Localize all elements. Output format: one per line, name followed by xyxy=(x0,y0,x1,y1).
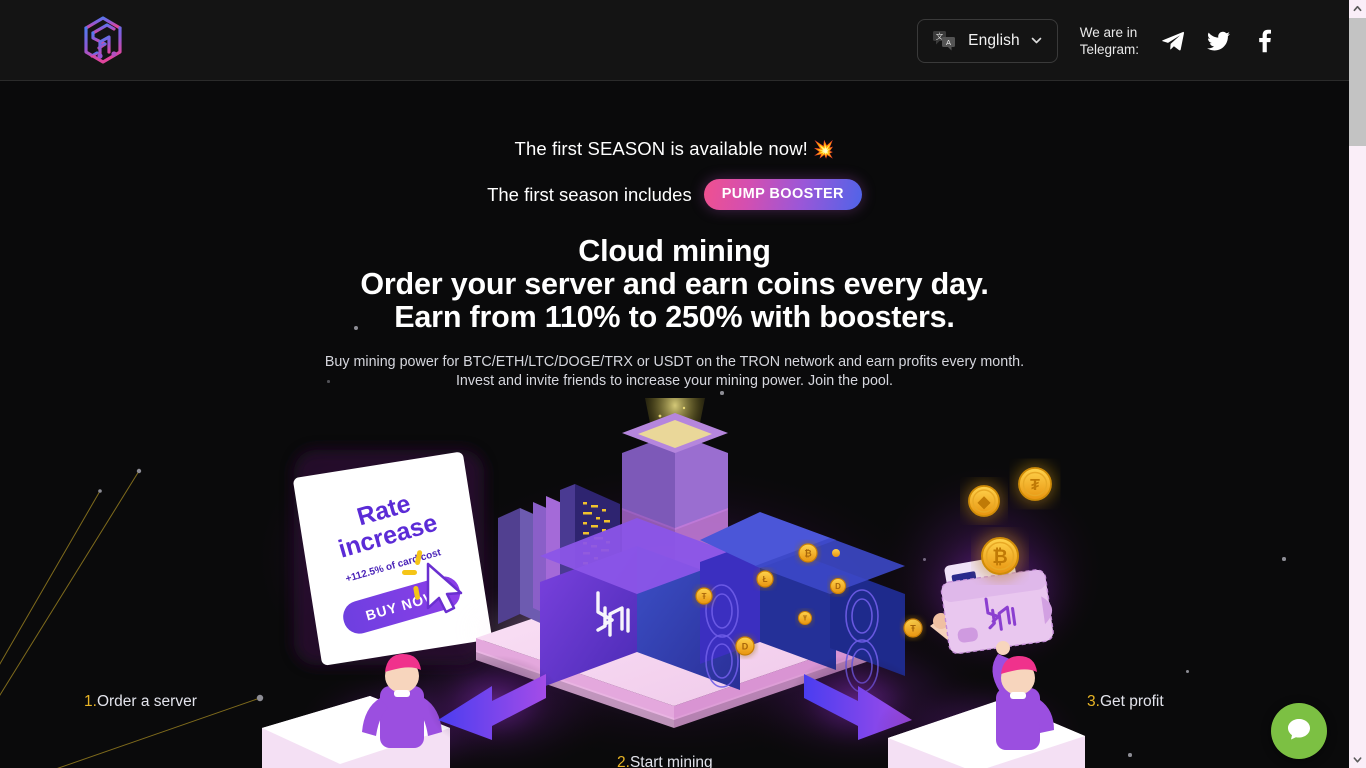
season-includes-text: The first season includes xyxy=(487,183,692,205)
step-number: 1. xyxy=(84,693,97,710)
decorative-dot xyxy=(720,391,724,395)
explosion-icon: 💥 xyxy=(813,140,835,159)
step-label-2: 2.Start mining xyxy=(617,754,713,768)
headline-line-3: Earn from 110% to 250% with boosters. xyxy=(394,300,955,334)
headline-line-2: Order your server and earn coins every d… xyxy=(360,267,989,301)
svg-text:₿: ₿ xyxy=(992,547,1007,568)
svg-text:D: D xyxy=(835,582,841,591)
social-links xyxy=(1161,29,1277,53)
telegram-icon[interactable] xyxy=(1161,29,1185,53)
svg-text:₮: ₮ xyxy=(1030,477,1040,494)
scrollbar-down-arrow[interactable] xyxy=(1349,751,1366,768)
facebook-icon[interactable] xyxy=(1253,29,1277,53)
chat-widget-button[interactable] xyxy=(1271,703,1327,759)
arrow-left-to-center xyxy=(427,655,563,751)
step-number: 3. xyxy=(1087,693,1100,710)
header-actions: 文 A English We are in Telegram: xyxy=(917,0,1277,81)
hero-illustration: Rate increase +112.5% of card cost BUY N… xyxy=(255,398,1105,768)
scrollbar-up-arrow[interactable] xyxy=(1349,0,1366,17)
chat-bubble-icon xyxy=(1285,715,1313,748)
telegram-note: We are in Telegram: xyxy=(1079,24,1139,57)
translate-icon: 文 A xyxy=(932,30,958,52)
step-text: Start mining xyxy=(629,754,713,768)
step-label-1: 1.Order a server xyxy=(84,693,197,711)
subtitle-line-2: Invest and invite friends to increase yo… xyxy=(455,372,894,389)
svg-text:Ŧ: Ŧ xyxy=(803,616,808,623)
svg-text:D: D xyxy=(742,642,749,652)
chevron-down-icon xyxy=(1030,34,1043,47)
step-label-3: 3.Get profit xyxy=(1087,693,1164,711)
language-selector[interactable]: 文 A English xyxy=(917,18,1058,63)
step-text: Order a server xyxy=(96,693,197,710)
site-header: 文 A English We are in Telegram: xyxy=(0,0,1349,81)
scrollbar-thumb[interactable] xyxy=(1349,18,1366,146)
svg-text:◆: ◆ xyxy=(977,494,991,511)
step-text: Get profit xyxy=(1099,693,1164,710)
step-number: 2. xyxy=(617,754,630,768)
svg-text:A: A xyxy=(946,38,951,47)
headline-line-1: Cloud mining xyxy=(578,234,771,268)
twitter-icon[interactable] xyxy=(1207,29,1231,53)
page-root: 文 A English We are in Telegram: The firs… xyxy=(0,0,1349,768)
svg-text:₿: ₿ xyxy=(804,549,811,559)
svg-text:Ł: Ł xyxy=(763,575,768,584)
page-scrollbar[interactable] xyxy=(1349,0,1366,768)
subtitle-line-1: Buy mining power for BTC/ETH/LTC/DOGE/TR… xyxy=(324,354,1025,370)
language-label: English xyxy=(968,31,1020,49)
svg-text:Ŧ: Ŧ xyxy=(702,592,707,601)
rate-increase-card: Rate increase +112.5% of card cost BUY N… xyxy=(293,450,492,666)
pump-booster-badge[interactable]: PUMP BOOSTER xyxy=(703,179,862,210)
season-text: The first SEASON is available now! xyxy=(514,138,808,159)
site-logo[interactable] xyxy=(76,12,130,70)
